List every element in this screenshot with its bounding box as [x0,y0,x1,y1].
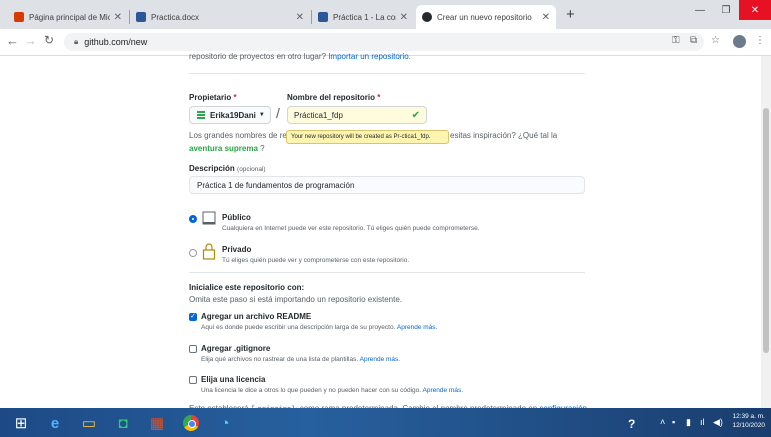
learn-more-link[interactable]: Aprende más. [397,324,437,331]
owner-select[interactable]: Erika19Dani ▼ [189,106,271,124]
close-window-icon[interactable]: ✕ [739,0,771,20]
lock-icon [202,243,216,260]
restore-icon[interactable]: ❐ [713,0,739,20]
private-title: Privado [222,245,252,254]
address-bar[interactable]: 🔒︎ github.com/new [64,33,704,51]
tab-crear-repositorio[interactable]: Crear un nuevo repositorio ✕ [416,5,556,29]
word-icon [318,12,328,22]
readme-desc: Aquí es donde puede escribir una descrip… [201,324,438,331]
tab-label: Crear un nuevo repositorio [437,12,532,22]
gitignore-title: Agregar .gitignore [201,344,271,353]
private-desc: Tú eliges quién puede ver y comprometers… [222,257,410,264]
translate-icon[interactable]: ⧉ [690,35,697,46]
gitignore-checkbox[interactable] [189,345,197,353]
close-tab-icon[interactable]: ✕ [400,12,408,23]
word-icon [136,12,146,22]
edge-icon[interactable]: e [44,412,66,434]
menu-icon[interactable]: ⋮ [755,35,765,46]
file-explorer-icon[interactable]: ▭ [78,412,100,434]
readme-checkbox[interactable]: ✓ [189,313,197,321]
owner-label: Propietario * [189,93,237,102]
profile-avatar[interactable] [733,35,746,48]
tab-practica-1[interactable]: Práctica 1 - La computación com ✕ [312,5,414,29]
tab-practica-docx[interactable]: Practica.docx ✕ [130,5,310,29]
tab-label: Practica.docx [151,12,200,22]
close-tab-icon[interactable]: ✕ [542,12,550,23]
app2-icon[interactable]: ◔ [214,412,236,434]
import-repo-link[interactable]: Importar un repositorio. [328,52,411,61]
store-icon[interactable]: ◘ [112,412,134,434]
repo-icon [202,211,216,225]
tab-label: Página principal de Microsoft Of [29,12,110,22]
new-tab-icon[interactable]: + [566,6,575,23]
divider [189,272,585,273]
tray-up-icon[interactable]: ˄ [660,417,665,427]
tab-strip: Página principal de Microsoft Of ✕ Pract… [0,0,771,29]
license-checkbox[interactable] [189,376,197,384]
description-label: Descripción (opcional) [189,164,266,173]
repo-name-input[interactable]: Práctica1_fdp ✔ [287,106,427,124]
slash-separator: / [276,105,280,121]
clock-time: 12:39 a. m. [732,413,765,420]
battery-icon[interactable]: ▮ [686,417,691,428]
aventura-suprema-link[interactable]: aventura suprema [189,144,258,153]
repo-name-label: Nombre del repositorio * [287,93,381,102]
office-icon [14,12,24,22]
minimize-icon[interactable]: — [687,0,713,20]
intro-text: repositorio de proyectos en otro lugar? … [189,52,411,61]
public-radio[interactable] [189,215,197,223]
scrollbar-thumb[interactable] [763,108,769,353]
tray-app-icon[interactable]: ▪ [672,417,675,427]
private-radio[interactable] [189,249,197,257]
lock-icon: 🔒︎ [74,37,79,46]
tab-microsoft-office[interactable]: Página principal de Microsoft Of ✕ [8,5,128,29]
chrome-icon[interactable] [180,412,202,434]
check-icon: ✔ [411,109,420,121]
tab-label: Práctica 1 - La computación com [333,12,396,22]
description-input[interactable]: Práctica 1 de fundamentos de programació… [189,176,585,194]
close-tab-icon[interactable]: ✕ [296,12,304,23]
gitignore-desc: Elija qué archivos no rastrear de una li… [201,356,401,363]
network-icon[interactable]: ıl [700,417,705,427]
taskbar-clock[interactable]: 12:39 a. m. 12/10/2020 [732,412,765,430]
reload-icon[interactable]: ↻ [44,33,54,47]
window-controls: — ❐ ✕ [687,0,771,20]
description-value: Práctica 1 de fundamentos de programació… [197,180,355,190]
clock-date: 12/10/2020 [732,422,765,429]
back-icon[interactable]: ← [6,33,19,48]
windows-start-icon[interactable]: ⊞ [10,412,32,434]
chevron-down-icon: ▼ [258,112,265,118]
license-desc: Una licencia le dice a otros lo que pued… [201,387,463,394]
names-suggestion-b: esitas inspiración? ¿Qué tal la [450,131,558,140]
init-title: Inicialice este repositorio con: [189,283,305,292]
license-title: Elija una licencia [201,375,266,384]
repo-name-tooltip: Your new repository will be created as P… [286,130,449,144]
volume-icon[interactable]: ◀) [713,417,723,428]
learn-more-link[interactable]: Aprende más. [360,356,400,363]
github-icon [422,12,432,22]
forward-icon[interactable]: → [24,33,37,48]
url-text: github.com/new [84,37,148,47]
learn-more-link[interactable]: Aprende más. [423,387,463,394]
readme-title: Agregar un archivo README [201,312,312,321]
names-suggestion-a: Los grandes nombres de rep [189,131,292,140]
init-desc: Omita este paso si está importando un re… [189,295,402,304]
owner-avatar-icon [197,111,205,119]
key-icon[interactable]: ⚿ [672,35,680,46]
help-icon[interactable]: ? [628,417,635,431]
divider [189,73,585,74]
app-icon[interactable]: ▦ [146,412,168,434]
star-icon[interactable]: ☆ [711,35,720,46]
names-suggestion-line2: aventura suprema ? [189,144,265,153]
public-desc: Cualquiera en Internet puede ver este re… [222,225,480,232]
public-title: Público [222,213,251,222]
close-tab-icon[interactable]: ✕ [114,12,122,23]
owner-value: Erika19Dani [210,110,256,120]
repo-name-value: Práctica1_fdp [294,110,343,120]
